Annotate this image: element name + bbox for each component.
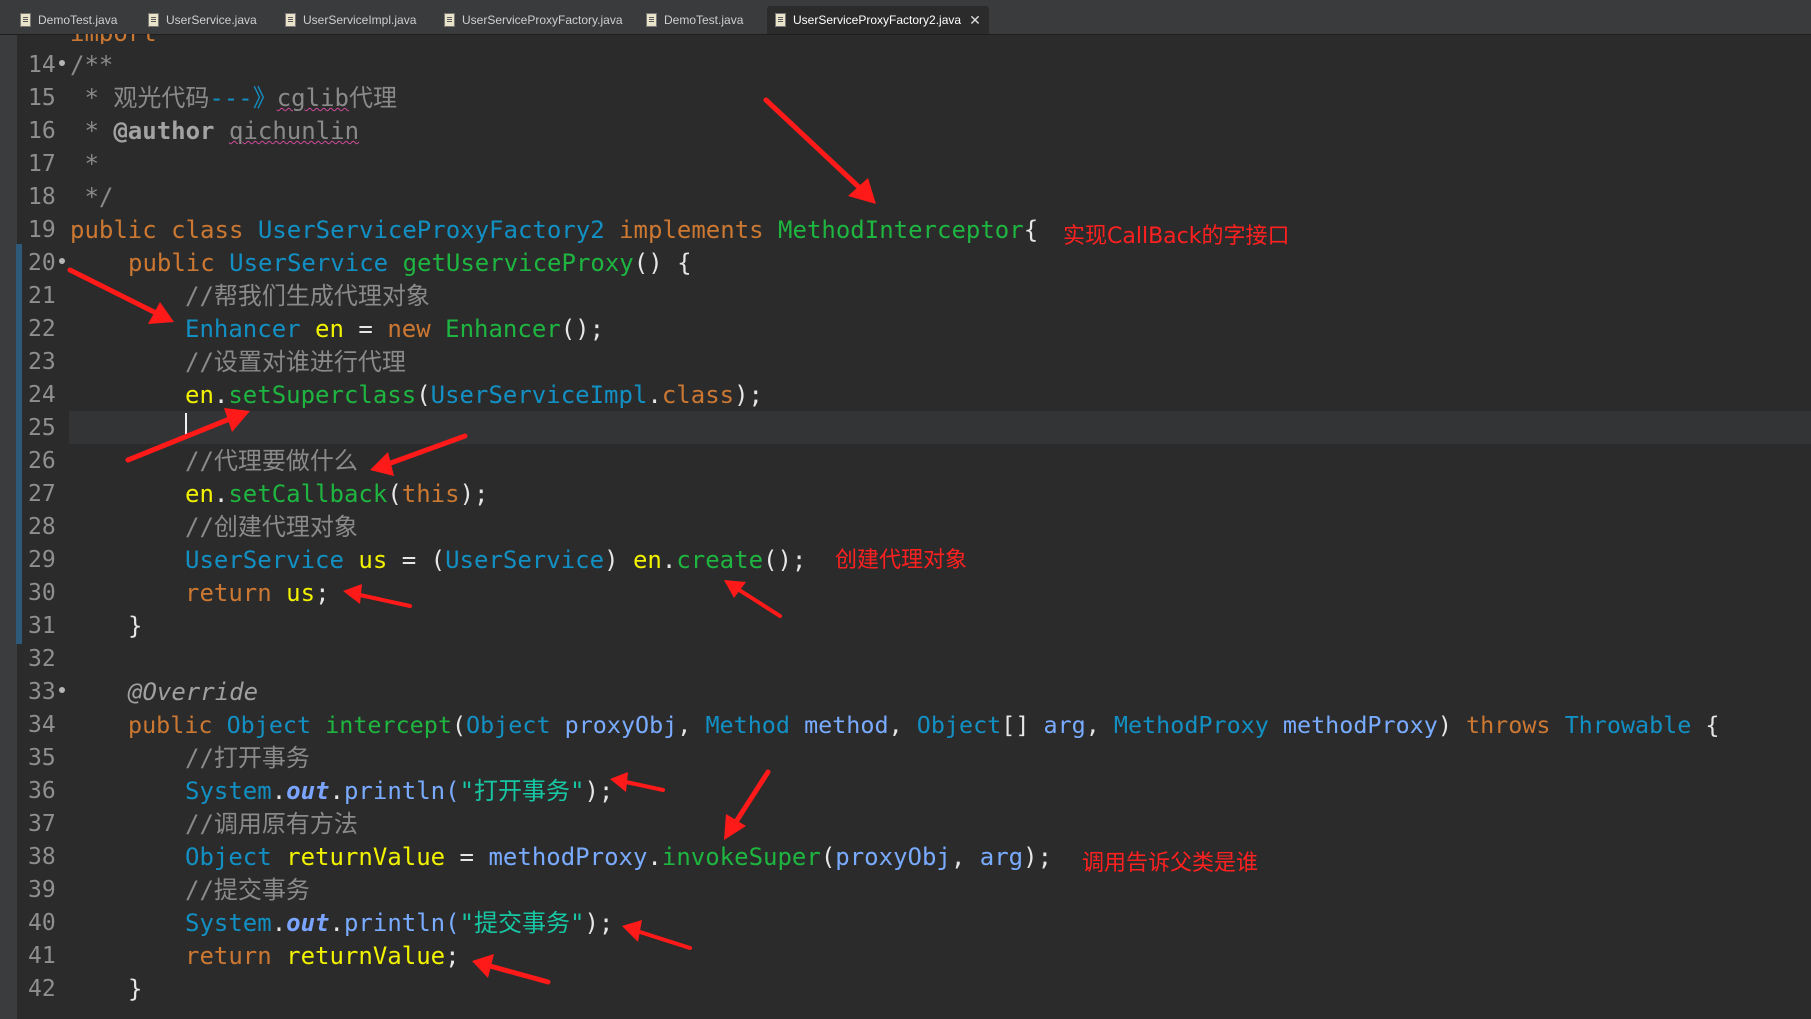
arrow-to-setsuperclass [125,408,250,463]
arrow-to-interface [763,97,876,204]
arrow-to-return-value [472,954,551,985]
arrow-to-create [724,580,782,618]
arrow-to-return-us [343,584,412,608]
arrow-to-enhancer [67,267,174,324]
arrow-to-open-transaction [610,772,665,792]
arrow-to-callback-comment [370,433,468,476]
arrow-to-invokesuper [724,769,771,840]
annotation-arrows [67,97,876,985]
arrow-to-commit-transaction [622,920,692,950]
